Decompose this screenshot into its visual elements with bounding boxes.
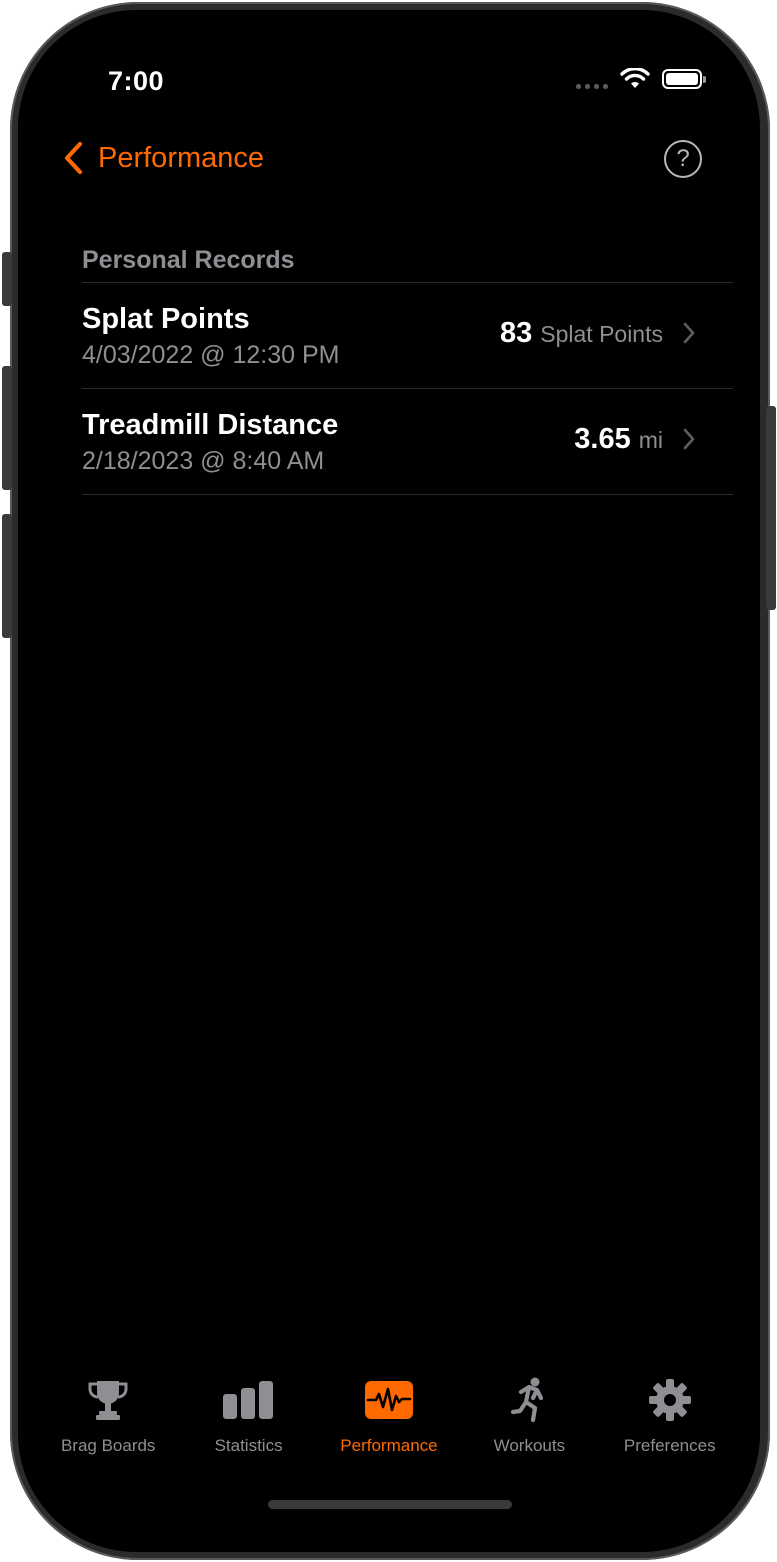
waveform-icon	[364, 1381, 413, 1419]
screen: 7:00 Performance ? Personal Records Spla…	[18, 10, 760, 1552]
record-value: 3.65	[574, 423, 631, 455]
home-indicator[interactable]	[268, 1500, 512, 1509]
phone-device: 7:00 Performance ? Personal Records Spla…	[0, 0, 777, 1562]
tab-label: Brag Boards	[60, 1436, 156, 1455]
cellular-signal-icon	[576, 83, 608, 89]
record-date: 4/03/2022 @ 12:30 PM	[82, 341, 340, 369]
runner-icon	[511, 1377, 544, 1423]
record-value-group: 83 Splat Points	[500, 317, 663, 350]
back-button-label: Performance	[98, 141, 265, 174]
tab-performance[interactable]: Performance	[324, 1376, 454, 1486]
record-row-treadmill-distance[interactable]: Treadmill Distance 2/18/2023 @ 8:40 AM 3…	[82, 389, 733, 495]
volume-down-button	[2, 514, 12, 638]
wifi-icon	[620, 68, 650, 88]
tab-workouts[interactable]: Workouts	[464, 1376, 594, 1486]
chevron-right-icon	[683, 322, 695, 344]
record-value-group: 3.65 mi	[574, 423, 663, 456]
chevron-right-icon	[683, 428, 695, 450]
tab-label: Statistics	[214, 1436, 283, 1455]
section-header: Personal Records	[82, 246, 295, 274]
record-date: 2/18/2023 @ 8:40 AM	[82, 447, 325, 475]
bar-chart-icon	[222, 1381, 273, 1419]
tab-label: Workouts	[493, 1436, 566, 1455]
tab-label: Preferences	[623, 1436, 716, 1455]
status-icons	[576, 68, 706, 90]
mute-switch	[2, 252, 12, 306]
record-unit: mi	[638, 427, 663, 453]
records-list: Splat Points 4/03/2022 @ 12:30 PM 83 Spl…	[82, 282, 733, 495]
record-row-splat-points[interactable]: Splat Points 4/03/2022 @ 12:30 PM 83 Spl…	[82, 283, 733, 389]
tab-preferences[interactable]: Preferences	[605, 1376, 735, 1486]
tab-label: Performance	[340, 1436, 438, 1455]
volume-up-button	[2, 366, 12, 490]
gear-icon	[648, 1379, 691, 1421]
tab-statistics[interactable]: Statistics	[184, 1376, 314, 1486]
help-button[interactable]: ?	[664, 140, 702, 178]
tab-brag-boards[interactable]: Brag Boards	[43, 1376, 173, 1486]
status-time: 7:00	[108, 66, 165, 96]
chevron-left-icon	[64, 141, 83, 175]
record-title: Splat Points	[82, 303, 250, 335]
record-title: Treadmill Distance	[82, 409, 339, 441]
record-value: 83	[499, 317, 533, 349]
battery-icon	[662, 69, 706, 89]
trophy-icon	[88, 1381, 128, 1420]
tab-bar: Brag Boards Statistics Performance Worko…	[18, 1376, 760, 1486]
record-unit: Splat Points	[540, 321, 663, 347]
power-button	[766, 406, 776, 610]
back-button[interactable]: Performance	[62, 140, 264, 176]
